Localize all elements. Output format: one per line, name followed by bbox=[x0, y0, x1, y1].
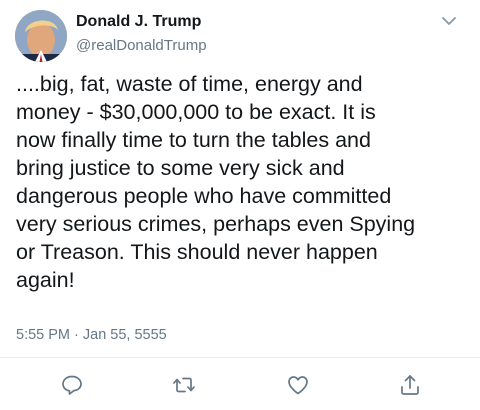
chevron-down-icon[interactable] bbox=[440, 14, 458, 28]
divider bbox=[0, 357, 480, 358]
display-name[interactable]: Donald J. Trump bbox=[76, 13, 201, 31]
tweet-text: ....big, fat, waste of time, energy and … bbox=[16, 72, 416, 292]
tweet-timestamp[interactable]: 5:55 PM · Jan 55, 5555 bbox=[16, 327, 167, 343]
reply-icon[interactable] bbox=[60, 373, 84, 397]
tweet-card: Donald J. Trump @realDonaldTrump ....big… bbox=[0, 0, 480, 410]
retweet-icon[interactable] bbox=[172, 373, 196, 397]
user-handle[interactable]: @realDonaldTrump bbox=[76, 37, 207, 54]
avatar[interactable] bbox=[15, 10, 67, 62]
share-icon[interactable] bbox=[398, 373, 422, 397]
avatar-image bbox=[15, 10, 67, 62]
heart-icon[interactable] bbox=[286, 373, 310, 397]
